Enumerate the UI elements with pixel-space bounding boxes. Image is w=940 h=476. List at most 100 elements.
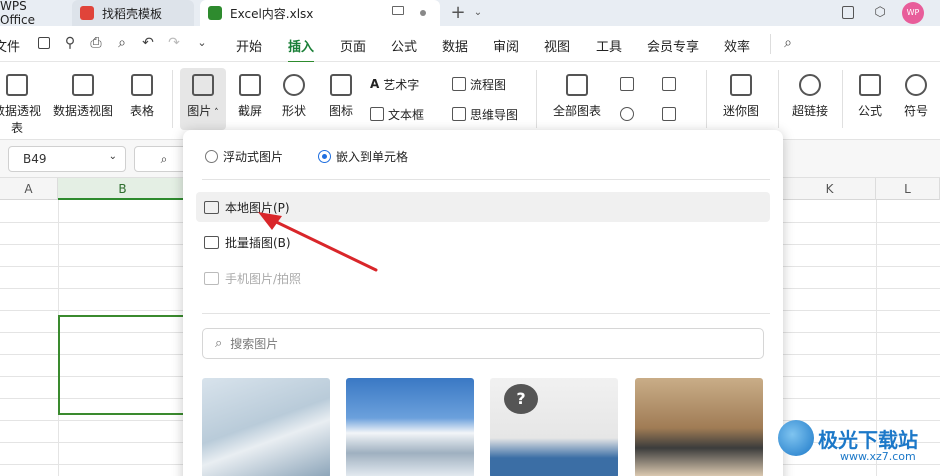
name-box[interactable]: B49 ⌄	[8, 146, 126, 172]
line-chart-button[interactable]	[662, 74, 680, 94]
search-icon[interactable]: ⌕	[780, 35, 796, 51]
button-label: 全部图表	[552, 104, 601, 118]
item-label: 本地图片(P)	[225, 200, 290, 215]
stock-image-mountains[interactable]	[346, 378, 474, 476]
picture-icon	[192, 74, 214, 96]
divider	[778, 70, 779, 128]
menu-member[interactable]: 会员专享	[647, 36, 699, 55]
stock-image-architecture[interactable]	[202, 378, 330, 476]
menu-efficiency[interactable]: 效率	[724, 36, 750, 55]
table-button[interactable]: 表格	[124, 74, 160, 119]
menu-review[interactable]: 审阅	[493, 36, 519, 55]
local-picture-item[interactable]: 本地图片(P)	[196, 192, 770, 222]
chevron-up-icon: ˄	[211, 108, 219, 118]
tab-template[interactable]: 找稻壳模板	[72, 0, 194, 26]
button-label: 数据透视表	[0, 104, 41, 135]
hyperlink-button[interactable]: 超链接	[788, 74, 832, 119]
pie-chart-button[interactable]	[620, 104, 638, 124]
menu-formula[interactable]: 公式	[391, 36, 417, 55]
chevron-down-icon[interactable]: ⌄	[470, 5, 486, 21]
more-chevron-icon[interactable]: ⌄	[194, 35, 210, 51]
menu-file[interactable]: 文件	[0, 36, 20, 55]
column-chart-button[interactable]	[620, 74, 638, 94]
batch-insert-item[interactable]: 批量插图(B)	[196, 227, 770, 257]
sparkline-icon	[730, 74, 752, 96]
menu-home[interactable]: 开始	[236, 36, 262, 55]
menu-page[interactable]: 页面	[340, 36, 366, 55]
screen-icon[interactable]	[392, 6, 404, 15]
text-box-button[interactable]: 文本框	[370, 104, 424, 124]
print-preview-icon[interactable]: ⌕	[114, 35, 130, 51]
column-header-l[interactable]: L	[876, 178, 940, 200]
button-label: 图标	[328, 104, 353, 118]
flowchart-button[interactable]: 流程图	[452, 74, 506, 94]
divider	[706, 70, 707, 128]
mind-map-button[interactable]: 思维导图	[452, 104, 518, 124]
button-label: 流程图	[470, 77, 507, 92]
radio-off-icon	[205, 150, 218, 163]
flowchart-icon	[452, 77, 466, 91]
search-icon: ⌕	[215, 336, 223, 351]
menu-insert[interactable]: 插入	[288, 36, 315, 63]
symbol-button[interactable]: 符号	[898, 74, 934, 119]
icons-grid-icon	[330, 74, 352, 96]
menu-view[interactable]: 视图	[544, 36, 570, 55]
stock-image-girl-question[interactable]: ?	[490, 378, 618, 476]
save-icon[interactable]	[36, 35, 52, 51]
button-label: 文本框	[388, 107, 425, 122]
column-header-k[interactable]: K	[784, 178, 876, 200]
share-icon[interactable]: ⚲	[62, 35, 78, 51]
picture-button[interactable]: 图片 ˄	[180, 68, 226, 130]
cube-icon[interactable]: ⬡	[872, 5, 888, 21]
batch-image-icon	[204, 235, 219, 249]
radio-label: 浮动式图片	[223, 150, 284, 164]
menu-data[interactable]: 数据	[442, 36, 468, 55]
screenshot-button[interactable]: 截屏	[232, 74, 268, 119]
sparkline-button[interactable]: 迷你图	[716, 74, 766, 119]
column-chart-icon	[620, 77, 634, 91]
stock-image-business-meeting[interactable]	[635, 378, 763, 476]
scissors-icon	[239, 74, 261, 96]
print-icon[interactable]: ⎙	[88, 35, 104, 51]
item-label: 批量插图(B)	[225, 235, 291, 250]
menu-bar: 文件 ⚲ ⎙ ⌕ ↶ ↷ ⌄ 开始 插入 页面 公式 数据 审阅 视图 工具 会…	[0, 26, 940, 63]
bar-chart-icon	[566, 74, 588, 96]
panel-icon[interactable]	[840, 5, 856, 21]
item-label: 手机图片/拍照	[225, 271, 302, 286]
pivot-chart-button[interactable]: 数据透视表	[0, 74, 44, 136]
avatar[interactable]: WP	[902, 2, 924, 24]
line-chart-icon	[662, 77, 676, 91]
tab-excel-file[interactable]: Excel内容.xlsx	[200, 0, 440, 26]
menu-tools[interactable]: 工具	[596, 36, 622, 55]
radio-floating-picture[interactable]: 浮动式图片	[205, 148, 283, 165]
tab-wps-office[interactable]: WPS Office	[0, 0, 64, 27]
picture-dropdown: 浮动式图片 嵌入到单元格 本地图片(P) 批量插图(B) 手机图片/拍照 ⌕ 搜索…	[183, 130, 783, 476]
radio-embed-in-cell[interactable]: 嵌入到单元格	[318, 148, 408, 165]
image-icon	[204, 200, 219, 214]
column-header-b[interactable]: B	[58, 178, 188, 200]
column-header-a[interactable]: A	[0, 178, 58, 200]
title-bar: WPS Office 找稻壳模板 Excel内容.xlsx + ⌄ ⬡ WP	[0, 0, 940, 27]
all-charts-button[interactable]: 全部图表	[546, 74, 608, 119]
formula-button[interactable]: 公式	[852, 74, 888, 119]
scatter-chart-button[interactable]	[662, 104, 680, 124]
pivot-table-button[interactable]: 数据透视图	[52, 74, 114, 119]
pie-chart-icon	[620, 107, 634, 121]
watermark-logo	[778, 420, 814, 456]
art-text-button[interactable]: A 艺术字	[370, 74, 419, 94]
tab-label: WPS Office	[0, 0, 36, 27]
spreadsheet-icon	[208, 6, 222, 20]
docer-icon	[80, 6, 94, 20]
tab-label: Excel内容.xlsx	[230, 6, 314, 21]
icon-button[interactable]: 图标	[324, 74, 358, 119]
watermark-url: www.xz7.com	[840, 450, 916, 463]
redo-icon[interactable]: ↷	[166, 35, 182, 51]
shape-button[interactable]: 形状	[276, 74, 312, 119]
picture-search-input[interactable]: ⌕ 搜索图片	[202, 328, 764, 359]
button-label: 图片	[187, 104, 212, 118]
undo-icon[interactable]: ↶	[140, 35, 156, 51]
radio-on-icon	[318, 150, 331, 163]
new-tab-icon[interactable]: +	[450, 4, 466, 22]
button-label: 截屏	[237, 104, 262, 118]
selected-cell[interactable]	[58, 315, 188, 415]
